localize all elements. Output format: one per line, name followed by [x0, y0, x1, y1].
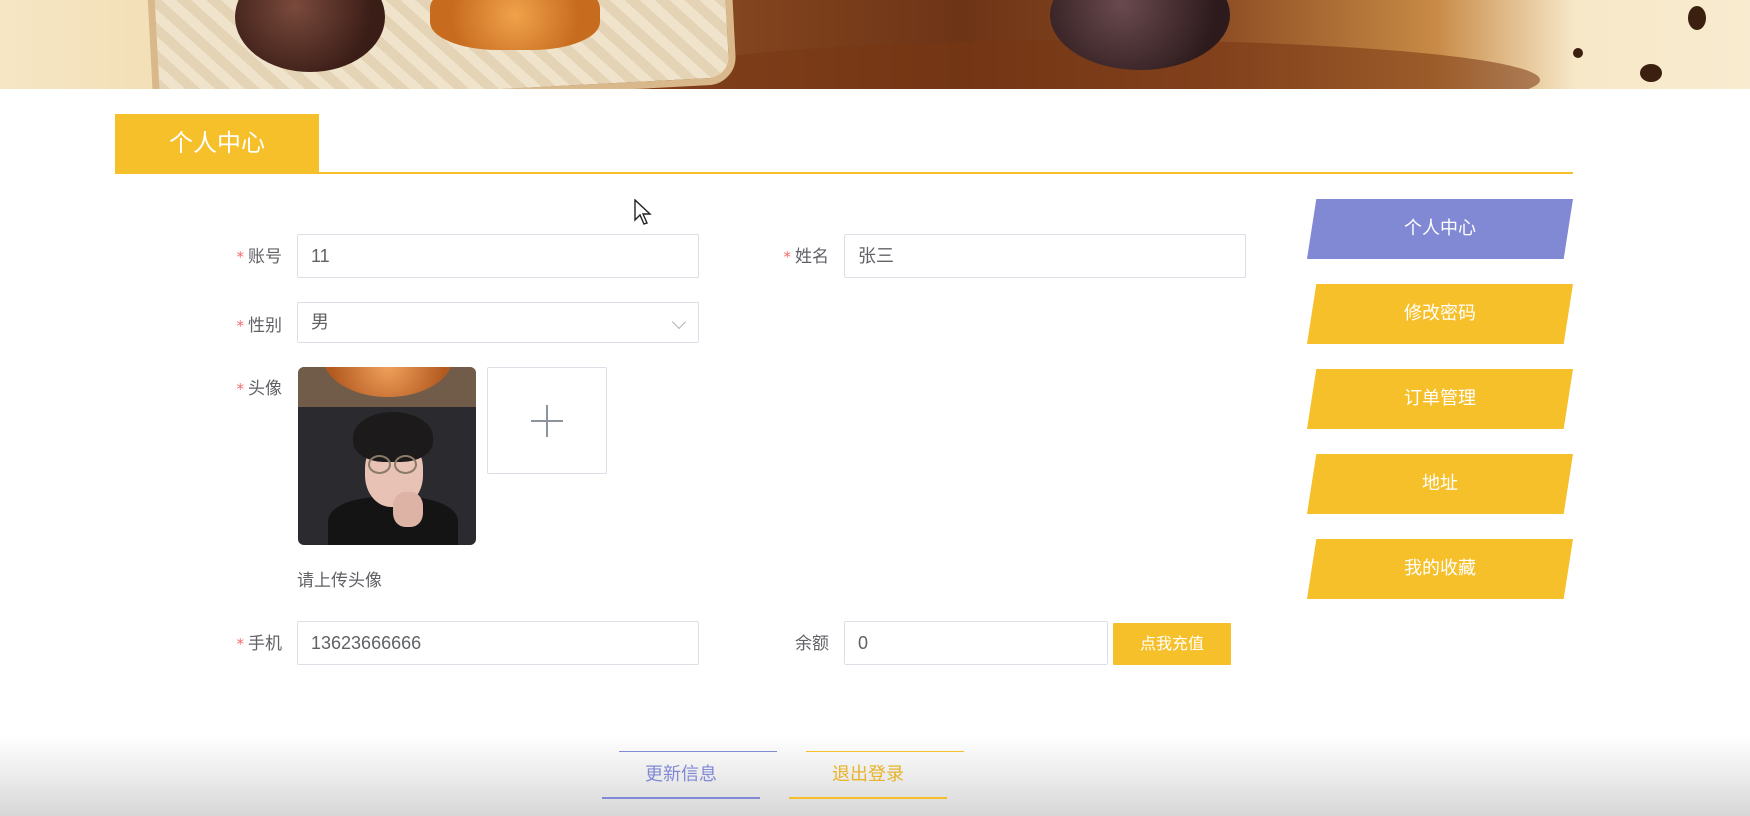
required-mark: * [236, 380, 245, 398]
banner-decoration [1688, 6, 1706, 30]
update-info-button[interactable]: 更新信息 [602, 751, 777, 799]
required-mark: * [236, 635, 245, 653]
mouse-pointer-icon [634, 198, 654, 227]
avatar-label: * 头像 [202, 374, 283, 399]
avatar-label-text: 头像 [248, 379, 282, 399]
update-info-label: 更新信息 [645, 764, 717, 785]
side-menu-item-orders[interactable]: 订单管理 [1307, 369, 1573, 429]
header-banner [0, 0, 1750, 89]
required-mark: * [236, 248, 245, 266]
side-menu-item-address[interactable]: 地址 [1307, 454, 1573, 514]
banner-decoration [1640, 64, 1662, 82]
required-mark: * [783, 248, 792, 266]
name-input[interactable]: 张三 [844, 234, 1246, 278]
name-label-text: 姓名 [795, 247, 829, 267]
gender-select-value: 男 [311, 312, 329, 332]
balance-label-text: 余额 [795, 634, 829, 654]
title-divider [115, 172, 1573, 174]
account-label: * 账号 [202, 242, 283, 267]
side-menu-item-profile[interactable]: 个人中心 [1307, 199, 1573, 259]
gender-label-text: 性别 [248, 316, 282, 336]
required-mark: * [236, 317, 245, 335]
logout-label: 退出登录 [832, 764, 904, 785]
chevron-down-icon [671, 314, 687, 330]
gender-select[interactable]: 男 [297, 302, 699, 343]
phone-label: * 手机 [202, 629, 283, 654]
balance-label: 余额 [749, 629, 829, 654]
page-title: 个人中心 [115, 114, 319, 172]
banner-decoration [430, 0, 600, 50]
phone-input[interactable]: 13623666666 [297, 621, 699, 665]
avatar-upload-button[interactable] [487, 367, 607, 474]
banner-decoration [1573, 48, 1583, 58]
account-label-text: 账号 [248, 247, 282, 267]
plus-icon [546, 405, 548, 437]
logout-button[interactable]: 退出登录 [789, 751, 964, 799]
balance-input[interactable]: 0 [844, 621, 1108, 665]
name-label: * 姓名 [749, 242, 830, 267]
side-menu-item-favorites[interactable]: 我的收藏 [1307, 539, 1573, 599]
account-input[interactable]: 11 [297, 234, 699, 278]
recharge-button[interactable]: 点我充值 [1113, 623, 1231, 665]
gender-label: * 性别 [202, 311, 283, 336]
avatar-upload-hint: 请上传头像 [297, 571, 382, 591]
avatar-image[interactable] [298, 367, 476, 545]
phone-label-text: 手机 [248, 634, 282, 654]
side-menu-item-change-password[interactable]: 修改密码 [1307, 284, 1573, 344]
